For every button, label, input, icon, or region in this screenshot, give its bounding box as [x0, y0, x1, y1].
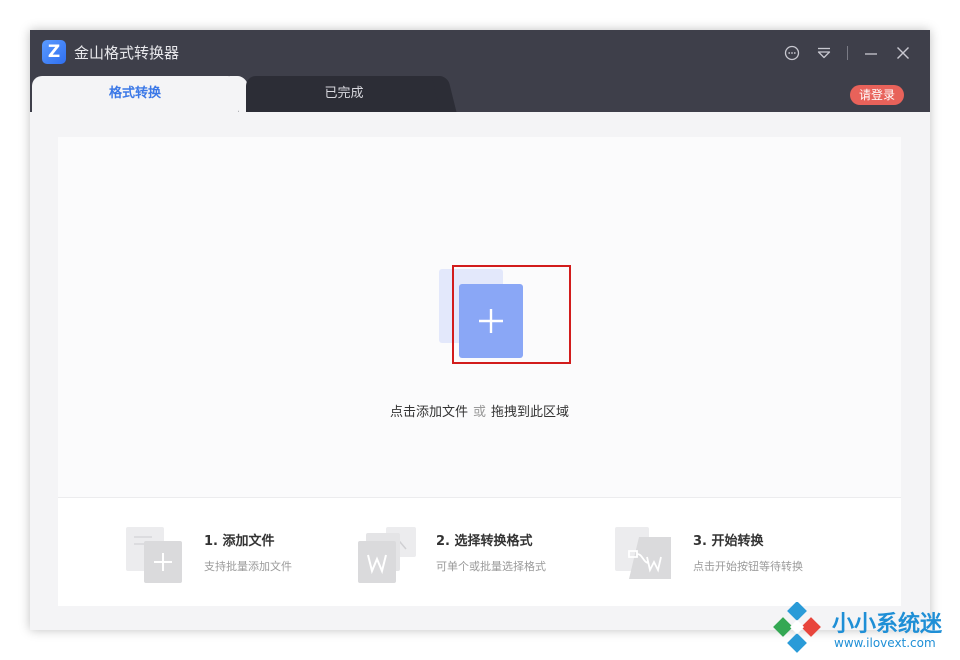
steps-divider: [58, 497, 901, 498]
app-window: Z 金山格式转换器 格式转换 已完成 请登录 点击添加文件 或 拖拽到此区域 1…: [30, 30, 930, 630]
step-3-desc: 点击开始按钮等待转换: [693, 560, 803, 573]
drop-hint: 点击添加文件或拖拽到此区域: [58, 401, 901, 420]
app-logo-letter: Z: [47, 42, 61, 62]
file-drop-zone[interactable]: 点击添加文件或拖拽到此区域: [58, 137, 901, 497]
watermark-name: 小小系统迷: [832, 612, 943, 637]
app-title: 金山格式转换器: [74, 44, 180, 62]
menu-icon[interactable]: [815, 44, 833, 62]
controls-divider: [847, 46, 848, 60]
step-1-title: 1. 添加文件: [204, 534, 275, 549]
step-add-file: 1. 添加文件 支持批量添加文件: [126, 527, 336, 587]
step-select-format: 2. 选择转换格式 可单个或批量选择格式: [358, 527, 598, 587]
watermark-logo-icon: [773, 602, 821, 653]
main-panel: 点击添加文件或拖拽到此区域 1. 添加文件 支持批量添加文件 2. 选择转换格式…: [58, 137, 901, 606]
window-controls: [783, 42, 912, 64]
title-bar: Z 金山格式转换器 格式转换 已完成 请登录: [30, 30, 930, 112]
select-format-icon: [358, 527, 416, 585]
hint-drag-text: 拖拽到此区域: [491, 405, 570, 420]
tab-format-convert[interactable]: 格式转换: [32, 76, 238, 112]
site-watermark: 小小系统迷 www.ilovext.com: [770, 602, 960, 658]
chat-icon[interactable]: [783, 44, 801, 62]
tab-completed[interactable]: 已完成: [246, 76, 442, 112]
step-start-convert: 3. 开始转换 点击开始按钮等待转换: [615, 527, 855, 587]
app-logo-icon: Z: [42, 40, 66, 64]
step-1-desc: 支持批量添加文件: [204, 560, 292, 573]
step-3-title: 3. 开始转换: [693, 534, 764, 549]
minimize-icon[interactable]: [862, 44, 880, 62]
watermark-url: www.ilovext.com: [834, 636, 936, 650]
add-file-icon: [126, 527, 184, 585]
highlight-box: [452, 265, 571, 364]
hint-or-text: 或: [472, 405, 486, 420]
hint-click-text: 点击添加文件: [389, 405, 468, 420]
step-2-desc: 可单个或批量选择格式: [436, 560, 546, 573]
login-button[interactable]: 请登录: [850, 85, 904, 105]
close-icon[interactable]: [894, 44, 912, 62]
step-2-title: 2. 选择转换格式: [436, 534, 533, 549]
start-convert-icon: [615, 527, 673, 585]
